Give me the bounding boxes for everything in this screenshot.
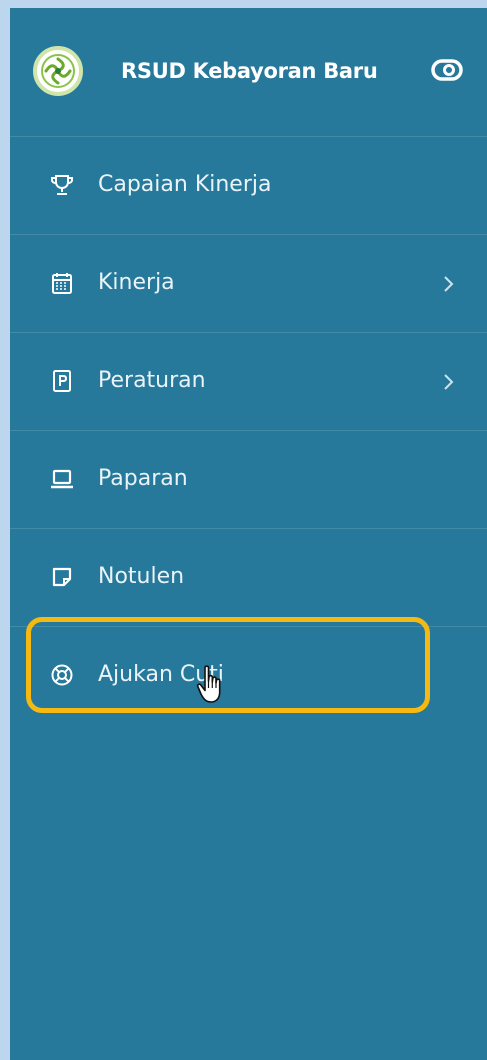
sidebar: RSUD Kebayoran Baru Capaian Kinerja Kine…: [10, 8, 487, 1060]
sidebar-item-label: Notulen: [98, 564, 185, 589]
sidebar-header: RSUD Kebayoran Baru: [10, 8, 487, 137]
sidebar-item-capaian-kinerja[interactable]: Capaian Kinerja: [10, 137, 487, 235]
sidebar-item-label: Kinerja: [98, 270, 175, 295]
chevron-right-icon: [442, 371, 456, 393]
brand-name: RSUD Kebayoran Baru: [121, 59, 378, 83]
document-p-icon: [50, 369, 74, 393]
sidebar-item-label: Peraturan: [98, 368, 206, 393]
sidebar-item-paparan[interactable]: Paparan: [10, 431, 487, 529]
highlight-box: [26, 617, 430, 713]
hospital-logo[interactable]: [33, 46, 83, 96]
toggle-icon[interactable]: [429, 54, 465, 86]
sidebar-item-label: Paparan: [98, 466, 188, 491]
trophy-icon: [50, 173, 74, 197]
hand-pointer-cursor-icon: [196, 664, 228, 706]
sidebar-item-kinerja[interactable]: Kinerja: [10, 235, 487, 333]
sticky-note-icon: [50, 565, 74, 589]
chevron-right-icon: [442, 273, 456, 295]
sidebar-item-peraturan[interactable]: Peraturan: [10, 333, 487, 431]
calendar-icon: [50, 271, 74, 295]
sidebar-item-notulen[interactable]: Notulen: [10, 529, 487, 627]
sidebar-item-label: Capaian Kinerja: [98, 172, 272, 197]
laptop-icon: [50, 467, 74, 491]
